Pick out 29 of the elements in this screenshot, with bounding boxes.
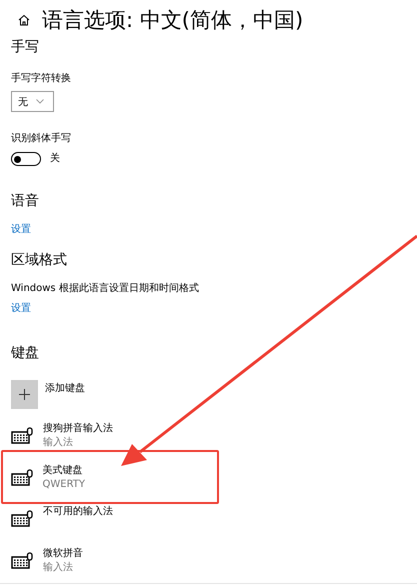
chevron-down-icon (36, 99, 44, 104)
plus-icon (19, 389, 30, 400)
toggle-switch[interactable] (11, 152, 41, 166)
keyboard-name[interactable]: 搜狗拼音输入法 (43, 422, 113, 436)
toggle-state-label: 关 (50, 152, 60, 166)
section-heading: 语音 (11, 192, 40, 211)
section-heading: 键盘 (11, 344, 40, 363)
add-keyboard-button[interactable] (11, 380, 38, 409)
home-icon[interactable] (18, 14, 30, 26)
section-heading: 区域格式 (11, 251, 68, 270)
keyboard-type: 输入法 (43, 436, 74, 450)
setting-label: 手写字符转换 (11, 72, 72, 86)
settings-link[interactable]: 设置 (11, 223, 31, 237)
keyboard-icon (10, 468, 32, 486)
keyboard-icon (11, 552, 33, 569)
add-keyboard-label[interactable]: 添加键盘 (45, 382, 85, 396)
keyboard-name[interactable]: 不可用的输入法 (43, 505, 113, 519)
description-text: Windows 根据此语言设置日期和时间格式 (11, 282, 200, 296)
keyboard-type: 输入法 (43, 561, 74, 575)
conversion-dropdown[interactable]: 无 (11, 91, 54, 112)
keyboard-type: QWERTY (42, 478, 86, 492)
keyboard-name[interactable]: 美式键盘 (42, 464, 86, 478)
keyboard-icon (11, 510, 33, 527)
keyboard-name[interactable]: 微软拼音 (43, 547, 83, 561)
page-title: 语言选项: 中文(简体，中国) (42, 7, 304, 34)
section-heading: 手写 (11, 38, 40, 57)
settings-link[interactable]: 设置 (11, 302, 31, 316)
setting-label: 识别斜体手写 (11, 132, 72, 146)
keyboard-icon (11, 427, 33, 444)
